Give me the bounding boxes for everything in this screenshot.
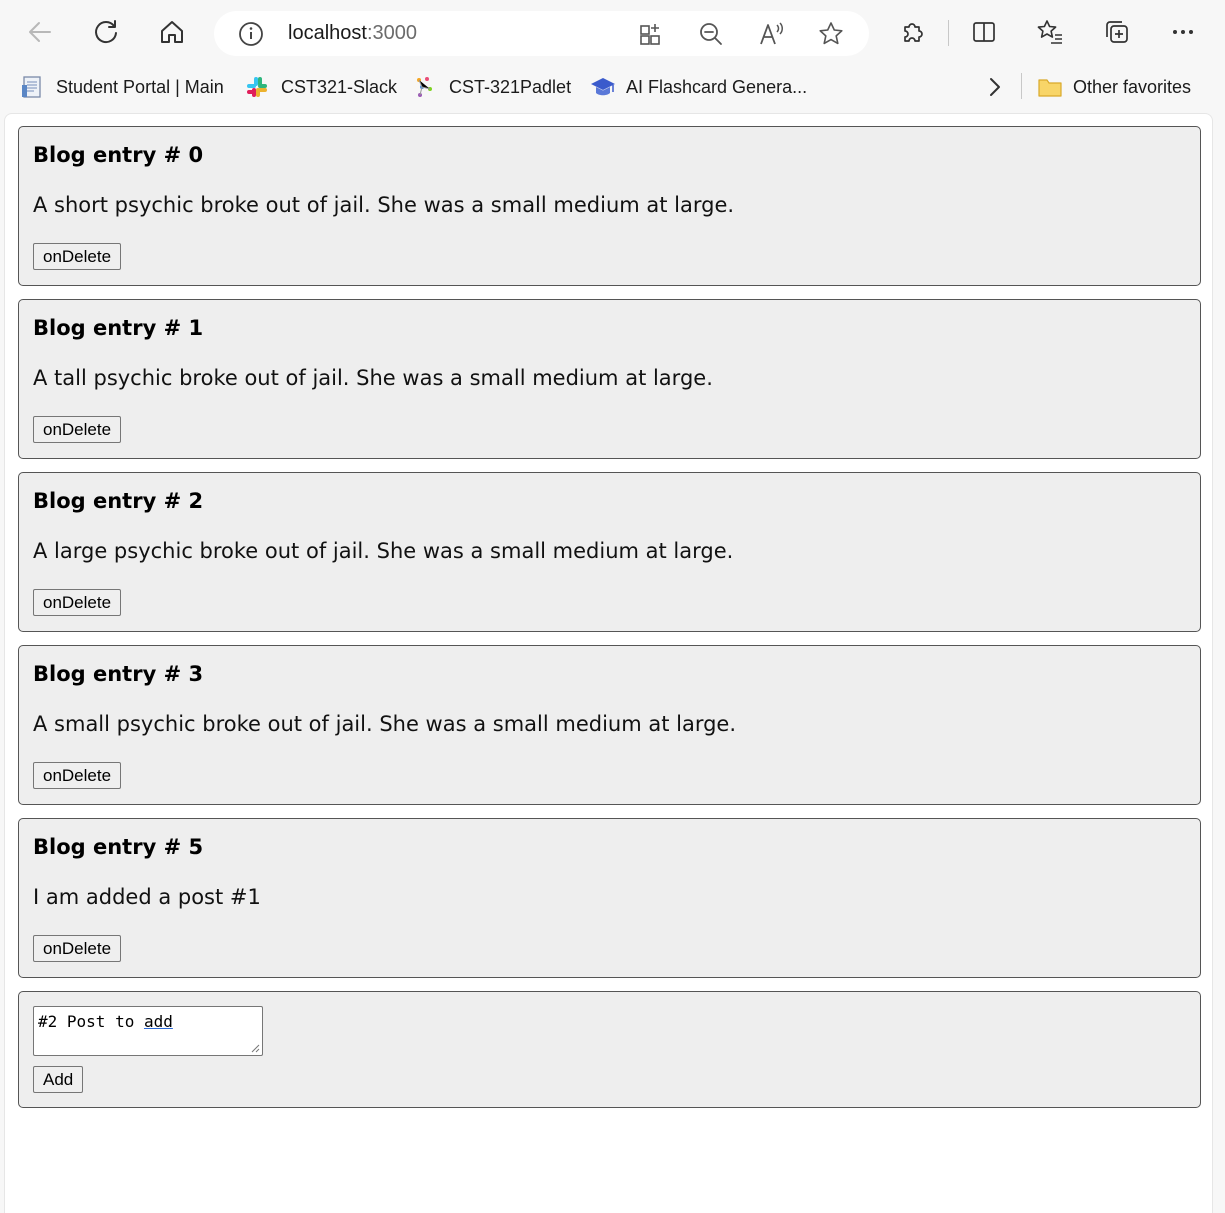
more-options-icon: [1173, 30, 1193, 34]
textarea-value: #2 Post to: [38, 1012, 144, 1031]
url-text[interactable]: localhost:3000: [288, 21, 417, 46]
favorite-label: AI Flashcard Genera...: [626, 76, 808, 97]
favorites-button[interactable]: [1030, 12, 1070, 52]
browser-toolbar: localhost:3000: [0, 0, 1225, 66]
padlet-icon: [413, 75, 437, 99]
favorite-label: CST321-Slack: [281, 76, 398, 97]
add-post-form: #2 Post to add Add: [18, 991, 1201, 1108]
settings-menu-button[interactable]: [1163, 12, 1203, 52]
blog-post-card: Blog entry # 5 I am added a post #1 onDe…: [18, 818, 1201, 978]
favorite-ai-flashcard[interactable]: AI Flashcard Genera...: [590, 74, 807, 100]
back-button[interactable]: [20, 12, 60, 52]
post-body: A short psychic broke out of jail. She w…: [33, 193, 735, 217]
graduation-cap-icon: [590, 75, 615, 99]
resize-grip-icon[interactable]: [250, 1043, 260, 1053]
textarea-value-spellcheck: add: [143, 1012, 173, 1031]
delete-post-button[interactable]: onDelete: [33, 416, 122, 443]
home-button[interactable]: [152, 12, 192, 52]
app-available-icon[interactable]: [638, 21, 664, 47]
info-icon[interactable]: [238, 21, 264, 47]
delete-post-button[interactable]: onDelete: [33, 589, 122, 616]
other-favorites-folder[interactable]: Other favorites: [1037, 74, 1191, 100]
post-body: I am added a post #1: [33, 885, 261, 909]
refresh-icon: [95, 20, 117, 44]
refresh-button[interactable]: [86, 12, 126, 52]
back-arrow-icon: [29, 22, 51, 42]
favorites-bar: Student Portal | Main CST321-Slack CST-3…: [0, 66, 1225, 106]
post-title: Blog entry # 5: [33, 835, 204, 859]
post-title: Blog entry # 0: [33, 143, 204, 167]
favorite-star-icon[interactable]: [818, 21, 844, 47]
favorite-label: CST-321Padlet: [449, 76, 572, 97]
favorites-divider: [1021, 73, 1022, 99]
home-icon: [161, 21, 183, 43]
favorite-label: Student Portal | Main: [56, 76, 224, 97]
new-post-textarea[interactable]: #2 Post to add: [33, 1006, 263, 1056]
document-icon: [20, 75, 44, 99]
collections-button[interactable]: [1097, 12, 1137, 52]
url-port: :3000: [366, 22, 417, 44]
favorites-list-icon: [1037, 20, 1062, 44]
favorites-overflow-button[interactable]: [984, 74, 1006, 100]
blog-post-card: Blog entry # 3 A small psychic broke out…: [18, 645, 1201, 805]
split-screen-icon: [973, 22, 995, 42]
zoom-out-icon[interactable]: [698, 21, 724, 47]
add-post-button[interactable]: Add: [33, 1066, 84, 1093]
delete-post-button[interactable]: onDelete: [33, 762, 122, 789]
toolbar-divider: [948, 20, 949, 46]
blog-post-card: Blog entry # 0 A short psychic broke out…: [18, 126, 1201, 286]
favorite-student-portal[interactable]: Student Portal | Main: [20, 74, 224, 100]
post-body: A tall psychic broke out of jail. She wa…: [33, 366, 713, 390]
favorite-cst321-padlet[interactable]: CST-321Padlet: [413, 74, 571, 100]
delete-post-button[interactable]: onDelete: [33, 243, 122, 270]
favorite-cst321-slack[interactable]: CST321-Slack: [245, 74, 397, 100]
extensions-button[interactable]: [892, 12, 932, 52]
chevron-right-icon: [990, 78, 1000, 96]
post-body: A small psychic broke out of jail. She w…: [33, 712, 737, 736]
blog-post-card: Blog entry # 1 A tall psychic broke out …: [18, 299, 1201, 459]
blog-post-card: Blog entry # 2 A large psychic broke out…: [18, 472, 1201, 632]
collections-icon: [1106, 21, 1128, 43]
other-favorites-label: Other favorites: [1073, 76, 1192, 97]
slack-icon: [245, 75, 269, 99]
url-host: localhost: [288, 22, 367, 44]
post-title: Blog entry # 1: [33, 316, 204, 340]
delete-post-button[interactable]: onDelete: [33, 935, 122, 962]
split-screen-button[interactable]: [964, 12, 1004, 52]
puzzle-piece-icon: [904, 23, 923, 42]
read-aloud-icon[interactable]: [758, 21, 786, 47]
post-body: A large psychic broke out of jail. She w…: [33, 539, 734, 563]
folder-icon: [1037, 75, 1062, 99]
post-title: Blog entry # 2: [33, 489, 204, 513]
page-viewport: Blog entry # 0 A short psychic broke out…: [4, 113, 1213, 1213]
address-bar[interactable]: localhost:3000: [214, 11, 869, 56]
post-title: Blog entry # 3: [33, 662, 204, 686]
